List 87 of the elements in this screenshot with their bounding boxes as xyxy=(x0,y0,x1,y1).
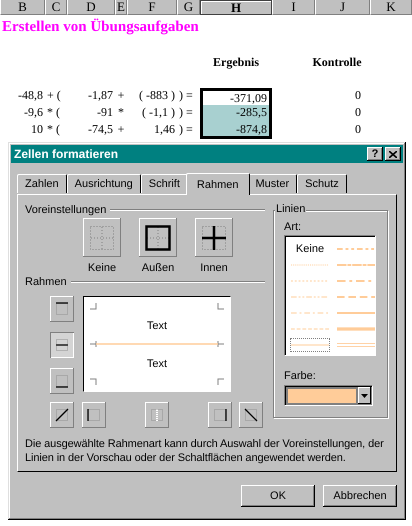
tab[interactable]: Rahmen xyxy=(186,173,250,195)
table-cell-text: 10 xyxy=(30,122,44,138)
preset-button[interactable] xyxy=(139,218,177,257)
group-label: Linien xyxy=(275,203,306,215)
table-cell-text: + xyxy=(116,88,126,104)
border-preset-icon xyxy=(144,224,172,252)
result-cell[interactable]: -285,5 xyxy=(200,105,272,122)
column-header[interactable]: F xyxy=(127,0,177,15)
group-label: Rahmen xyxy=(25,276,67,288)
tab[interactable]: Muster xyxy=(248,174,298,193)
table-cell-text: -74,5 xyxy=(87,122,114,138)
border-button[interactable] xyxy=(50,402,74,428)
line-sample-icon xyxy=(337,262,375,268)
line-sample-icon xyxy=(337,326,375,332)
preset-label: Außen xyxy=(142,262,174,275)
table-cell-text: * xyxy=(117,105,125,121)
table-cell-text: ) = xyxy=(178,122,194,138)
column-header[interactable]: J xyxy=(315,0,370,15)
column-header[interactable]: C xyxy=(45,0,67,15)
table-cell-text: 1,46 xyxy=(153,122,176,138)
table-cell-text: + ( xyxy=(46,88,62,104)
line-style-option[interactable]: Keine xyxy=(290,242,330,256)
line-sample-icon xyxy=(337,310,375,316)
window-title: Zellen formatieren xyxy=(14,147,120,161)
border-preset-icon xyxy=(88,224,116,252)
preview-text: Text xyxy=(146,358,168,370)
line-sample-icon xyxy=(291,262,329,268)
line-sample-icon xyxy=(291,310,329,316)
field-label: Art: xyxy=(284,221,302,234)
column-header[interactable]: E xyxy=(115,0,127,15)
border-button[interactable] xyxy=(239,402,263,428)
result-cell[interactable]: -874,8 xyxy=(200,122,272,139)
tab[interactable]: Ausrichtung xyxy=(66,174,141,193)
group-label: Voreinstellungen xyxy=(25,204,106,216)
border-line-icon xyxy=(53,406,71,424)
line-sample-icon xyxy=(337,342,375,348)
line-sample-icon xyxy=(291,278,329,284)
caret-icon xyxy=(361,394,368,398)
preview-text: Text xyxy=(146,320,168,332)
result-cell[interactable]: -371,09 xyxy=(200,88,272,105)
field-label: Farbe: xyxy=(284,370,317,383)
column-header[interactable]: D xyxy=(67,0,115,15)
table-cell-text: ) = xyxy=(178,88,194,104)
border-preview[interactable]: Text Text xyxy=(83,296,231,392)
preset-label: Keine xyxy=(88,262,116,275)
table-cell-text: ( -1,1 ) xyxy=(141,105,176,121)
column-label: Kontrolle xyxy=(311,55,363,71)
table-cell-text: + xyxy=(116,122,126,138)
line-sample-icon xyxy=(291,326,329,332)
table-cell-text: -9,6 xyxy=(23,105,44,121)
tab[interactable]: Schutz xyxy=(297,174,347,193)
dialog-button[interactable]: OK xyxy=(241,485,315,507)
tab[interactable]: Zahlen xyxy=(17,174,67,193)
table-cell-text: ( -883 ) xyxy=(138,88,176,104)
line-sample-icon xyxy=(337,246,375,252)
table-cell-text: 0 xyxy=(354,122,362,138)
table-cell-text: -48,8 xyxy=(17,88,44,104)
border-preset-icon xyxy=(200,224,228,252)
line-style-option[interactable] xyxy=(290,338,330,352)
line-style-list[interactable]: Keine xyxy=(284,235,376,356)
table-cell-text: 0 xyxy=(354,88,362,104)
dialog-button[interactable]: Abbrechen xyxy=(323,485,397,507)
line-sample-icon xyxy=(337,294,375,300)
column-header[interactable]: I xyxy=(272,0,315,15)
table-cell-text: * ( xyxy=(46,122,61,138)
border-line-icon xyxy=(242,406,260,424)
description-text: Die ausgewählte Rahmenart kann durch Auswahl der Voreinstellungen, der Linien in der Vorschau oder der Schaltflächen angewendet werden. xyxy=(25,437,385,465)
sheet-title: Erstellen von Übungsaufgaben xyxy=(1,18,200,37)
table-cell-text: * ( xyxy=(46,105,61,121)
line-sample-icon xyxy=(291,342,329,348)
table-cell-text: ) = xyxy=(178,105,194,121)
line-sample-icon xyxy=(291,294,329,300)
table-cell-text: -91 xyxy=(96,105,114,121)
column-header[interactable]: G xyxy=(177,0,200,15)
close-button[interactable] xyxy=(385,147,401,161)
column-label: Ergebnis xyxy=(212,55,260,71)
table-cell-text: -1,87 xyxy=(87,88,114,104)
help-button[interactable]: ? xyxy=(367,147,383,161)
tab[interactable]: Schrift xyxy=(140,174,188,193)
preset-button[interactable] xyxy=(195,218,233,257)
color-dropdown[interactable] xyxy=(284,385,373,406)
preset-label: Innen xyxy=(200,262,228,275)
close-icon xyxy=(389,150,397,158)
column-header[interactable]: K xyxy=(370,0,412,15)
column-header[interactable]: H xyxy=(200,0,272,15)
column-header[interactable]: B xyxy=(0,0,45,15)
table-cell-text: 0 xyxy=(354,105,362,121)
